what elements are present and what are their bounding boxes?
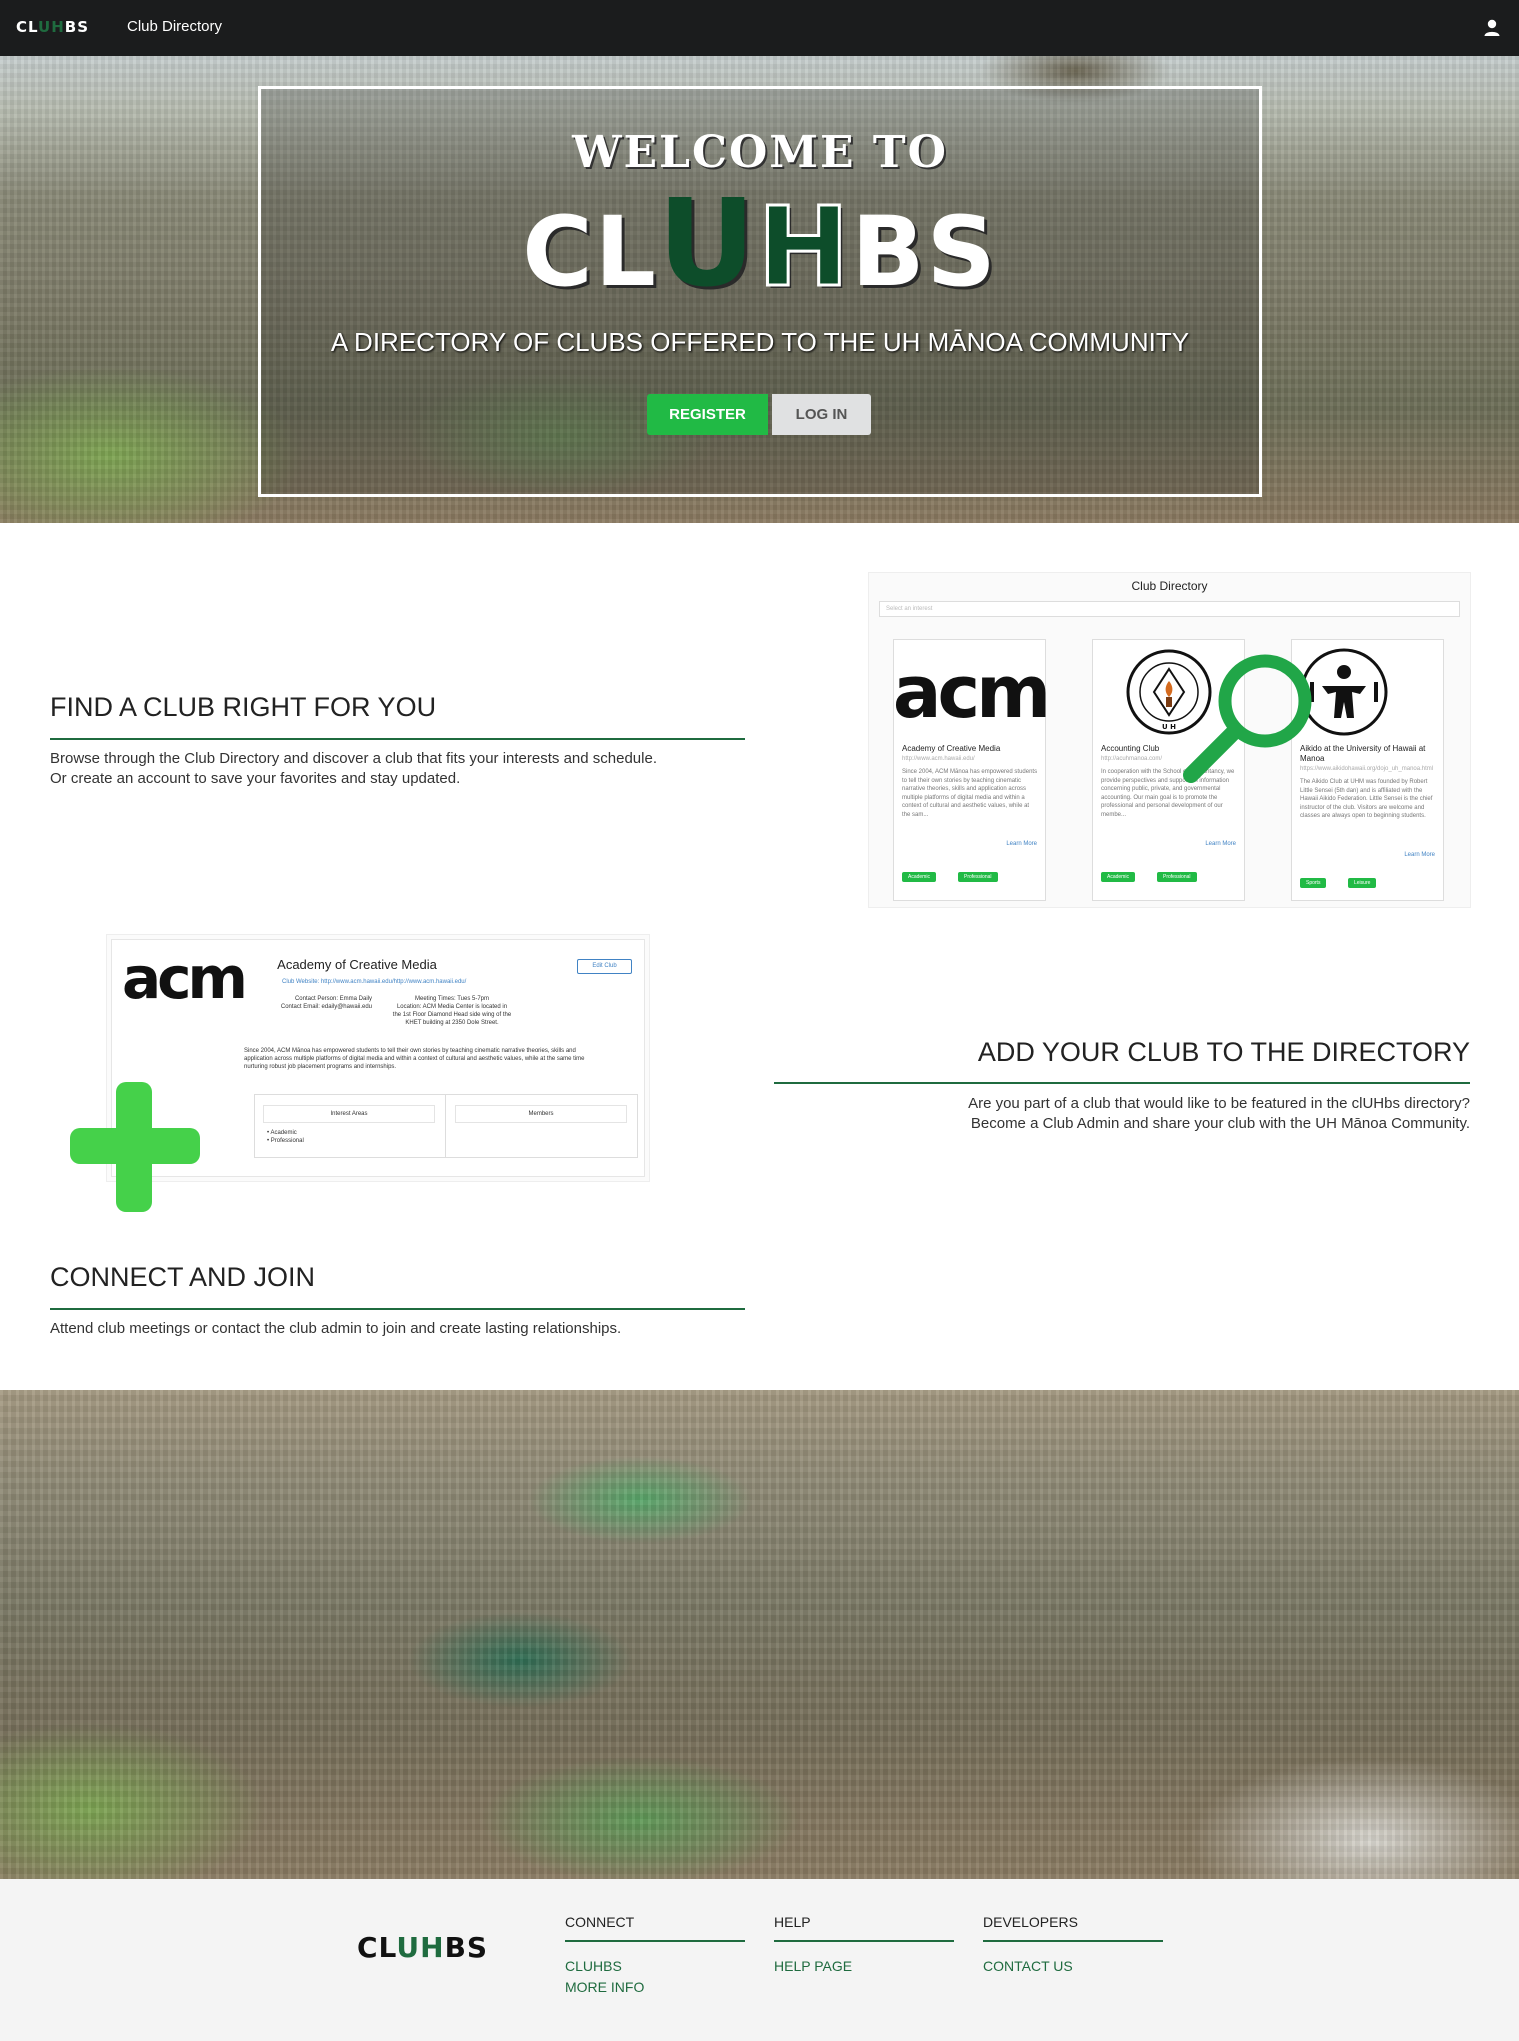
- add-club-text: Are you part of a club that would like t…: [760, 1094, 1470, 1134]
- footer-developers-heading: DEVELOPERS: [983, 1914, 1078, 1930]
- top-nav: CLUHBS Club Directory: [0, 0, 1519, 56]
- footer-link-contact-us[interactable]: CONTACT US: [983, 1956, 1163, 1977]
- aikido-logo: [1298, 644, 1438, 740]
- logo-text-bs: BS: [64, 18, 90, 36]
- club-page-title: Academy of Creative Media: [277, 957, 437, 972]
- interest-item: Academic: [270, 1130, 297, 1136]
- add-club-line2: Become a Club Admin and share your club …: [970, 1115, 1470, 1132]
- add-club-title: ADD YOUR CLUB TO THE DIRECTORY: [977, 1037, 1470, 1067]
- tag-sports: Sports: [1300, 878, 1327, 888]
- interest-areas-header: Interest Areas: [263, 1105, 435, 1123]
- meeting-info: Meeting Times: Tues 5-7pm Location: ACM …: [382, 995, 522, 1027]
- interest-select: Select an interest: [879, 601, 1460, 617]
- club-card-description: The Aikido Club at UHM was founded by Ro…: [1300, 779, 1433, 819]
- logo-text-h: H: [51, 18, 65, 36]
- nav-logo[interactable]: CLUHBS: [16, 18, 89, 38]
- club-card-url: http://www.acm.hawaii.edu/: [902, 756, 975, 762]
- footer-logo: CLUHBS: [357, 1931, 488, 1964]
- footer-developers-column: DEVELOPERS CONTACT US: [983, 1914, 1163, 1977]
- hero-logo-title: CLUHBS: [261, 185, 1259, 305]
- club-card-name: Aikido at the University of Hawaii at Ma…: [1300, 744, 1426, 763]
- directory-preview-title: Club Directory: [1131, 579, 1208, 593]
- magnifier-icon: [1183, 654, 1312, 783]
- find-club-line2: Or create an account to save your favori…: [50, 770, 461, 787]
- footer-logo-cl: CL: [357, 1931, 397, 1964]
- location-line: KHET building at 2350 Dole Street.: [405, 1020, 499, 1026]
- footer-connect-heading: CONNECT: [565, 1914, 635, 1930]
- hero-title-h: H: [756, 183, 852, 311]
- hero-title-u: U: [657, 175, 758, 314]
- footer-divider: [565, 1940, 745, 1942]
- connect-join-title: CONNECT AND JOIN: [50, 1262, 316, 1292]
- club-website: Club Website: http://www.acm.hawaii.edu/…: [282, 979, 467, 985]
- footer-help-column: HELP HELP PAGE: [774, 1914, 954, 1977]
- club-card: acm Academy of Creative Media http://www…: [892, 639, 1051, 901]
- footer-divider: [983, 1940, 1163, 1942]
- footer: CLUHBS CONNECT CLUHBS MORE INFO HELP HEL…: [0, 1879, 1519, 2041]
- footer-divider: [774, 1940, 954, 1942]
- club-description: Since 2004, ACM Mānoa has empowered stud…: [244, 1047, 644, 1071]
- footer-link-more-info[interactable]: MORE INFO: [565, 1977, 745, 1998]
- contact-person: Contact Person: Emma Daily: [294, 996, 372, 1002]
- footer-help-heading: HELP: [774, 1914, 811, 1930]
- tag-academic: Academic: [902, 872, 936, 882]
- hero-welcome: WELCOME TO: [572, 127, 948, 178]
- interest-list: • Academic • Professional: [267, 1130, 304, 1144]
- footer-link-cluhbs[interactable]: CLUHBS: [565, 1956, 745, 1977]
- logo-text-cl: CL: [16, 18, 39, 36]
- location-line: the 1st Floor Diamond Head side wing of …: [392, 1012, 512, 1018]
- contact-email: Contact Email: edaily@hawaii.edu: [280, 1004, 372, 1010]
- login-button[interactable]: LOG IN: [772, 394, 871, 435]
- club-card-description: Since 2004, ACM Mānoa has empowered stud…: [902, 769, 1038, 818]
- footer-logo-h: H: [420, 1931, 445, 1964]
- club-card-name: Academy of Creative Media: [902, 744, 1001, 753]
- description-line: nurturing robust job placement programs …: [244, 1064, 397, 1070]
- table-divider: [445, 1095, 446, 1157]
- club-card-url: https://www.aikidohawaii.org/dojo_uh_man…: [1300, 766, 1434, 772]
- acm-logo: acm: [122, 944, 248, 1012]
- nav-club-directory-link[interactable]: Club Directory: [127, 18, 222, 35]
- hero-banner: WELCOME TO CLUHBS A DIRECTORY OF CLUBS O…: [0, 56, 1519, 523]
- connect-join-text: Attend club meetings or contact the club…: [50, 1320, 622, 1337]
- description-line: application across multiple platforms of…: [244, 1056, 585, 1062]
- tag-professional: Professional: [958, 872, 998, 882]
- acm-logo: acm: [892, 650, 1051, 734]
- contact-info: Contact Person: Emma Daily Contact Email…: [262, 995, 372, 1011]
- footer-logo-bs: BS: [444, 1931, 489, 1964]
- learn-more-link: Learn More: [1404, 852, 1435, 858]
- add-club-divider: [774, 1082, 1470, 1084]
- club-info-table: Interest Areas Members • Academic • Prof…: [254, 1094, 638, 1158]
- find-club-divider: [50, 738, 745, 740]
- meeting-times: Meeting Times: Tues 5-7pm: [414, 996, 490, 1002]
- description-line: Since 2004, ACM Mānoa has empowered stud…: [244, 1048, 576, 1054]
- find-club-line1: Browse through the Club Directory and di…: [50, 750, 657, 767]
- footer-logo-u: U: [396, 1931, 421, 1964]
- tag-professional: Professional: [1157, 872, 1197, 882]
- learn-more-link: Learn More: [1205, 841, 1236, 847]
- find-club-text: Browse through the Club Directory and di…: [50, 749, 750, 789]
- plus-icon: [70, 1082, 200, 1212]
- user-icon[interactable]: [1483, 18, 1501, 38]
- register-button[interactable]: REGISTER: [647, 394, 768, 435]
- learn-more-link: Learn More: [1006, 841, 1037, 847]
- campus-aerial-photo: [0, 1390, 1519, 1879]
- footer-link-help-page[interactable]: HELP PAGE: [774, 1956, 954, 1977]
- footer-connect-column: CONNECT CLUHBS MORE INFO: [565, 1914, 745, 1998]
- edit-club-button: Edit Club: [577, 959, 632, 974]
- logo-text-u: U: [38, 18, 52, 36]
- add-club-line1: Are you part of a club that would like t…: [968, 1095, 1470, 1112]
- tag-leisure: Leisure: [1348, 878, 1377, 888]
- connect-join-divider: [50, 1308, 745, 1310]
- tag-academic: Academic: [1101, 872, 1135, 882]
- hero-subtitle: A DIRECTORY OF CLUBS OFFERED TO THE UH M…: [330, 327, 1190, 357]
- hero-title-cl: CL: [522, 196, 658, 308]
- members-header: Members: [455, 1105, 627, 1123]
- directory-preview-image: Club Directory Select an interest acm Ac…: [868, 572, 1471, 908]
- interest-item: Professional: [270, 1138, 304, 1144]
- hero-frame: WELCOME TO CLUHBS A DIRECTORY OF CLUBS O…: [258, 86, 1262, 497]
- hero-title-bs: BS: [851, 196, 998, 308]
- find-club-title: FIND A CLUB RIGHT FOR YOU: [50, 692, 437, 722]
- location-line: Location: ACM Media Center is located in: [396, 1004, 508, 1010]
